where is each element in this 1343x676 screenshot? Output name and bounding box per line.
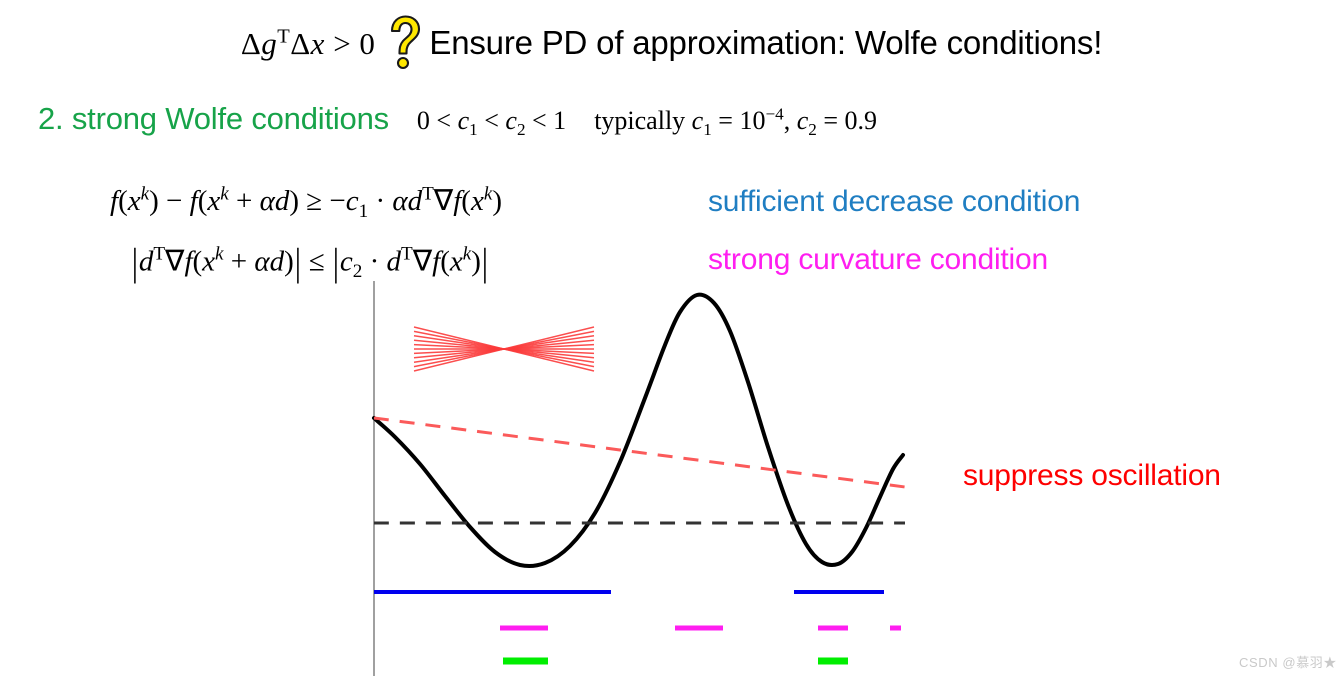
formula-sufficient-decrease: f(xk) − f(xk + αd) ≥ −c1 · αdT∇f(xk) (110, 183, 502, 222)
slope-fan-ray (413, 339, 595, 359)
title-math-expression: ΔgTΔx > 0 (240, 25, 376, 61)
title-text: Ensure PD of approximation: Wolfe condit… (429, 24, 1103, 61)
slope-fan-ray (413, 335, 595, 363)
heading-typical-values: typically c1 = 10−4, c2 = 0.9 (594, 104, 878, 140)
slope-fan-ray (413, 343, 595, 355)
slope-fan-ray (413, 335, 595, 363)
watermark: CSDN @慕羽★ (1238, 655, 1337, 670)
slope-fan-ray (413, 330, 595, 368)
figure-interval-bars (374, 590, 901, 665)
question-mark-icon (383, 14, 425, 70)
label-sufficient-decrease-condition: sufficient decrease condition (708, 185, 1081, 218)
label-strong-curvature-condition: strong curvature condition (708, 243, 1048, 276)
slope-fan-ray (413, 343, 595, 355)
slope-fan-ray (413, 330, 595, 368)
label-suppress-oscillation: suppress oscillation (963, 459, 1221, 492)
heading-range-condition: 0 < c1 < c2 < 1 (416, 106, 567, 140)
sufficient-decrease-line (373, 416, 906, 489)
figure-series-group (372, 292, 906, 569)
slope-fan-ray (413, 339, 595, 359)
objective-function (372, 292, 905, 569)
slope-fan-ray (413, 326, 595, 372)
slide-title: ΔgTΔx > 0 Ensure PD of approximation: Wol… (0, 14, 1343, 70)
heading-label: 2. strong Wolfe conditions (38, 101, 389, 136)
formula-strong-curvature: |dT∇f(xk + αd)| ≤ |c2 · dT∇f(xk)| (131, 241, 488, 284)
slope-fan-icon (413, 326, 595, 372)
slope-fan-ray (413, 326, 595, 372)
heading-row: 2. strong Wolfe conditions 0 < c1 < c2 < … (38, 101, 877, 140)
